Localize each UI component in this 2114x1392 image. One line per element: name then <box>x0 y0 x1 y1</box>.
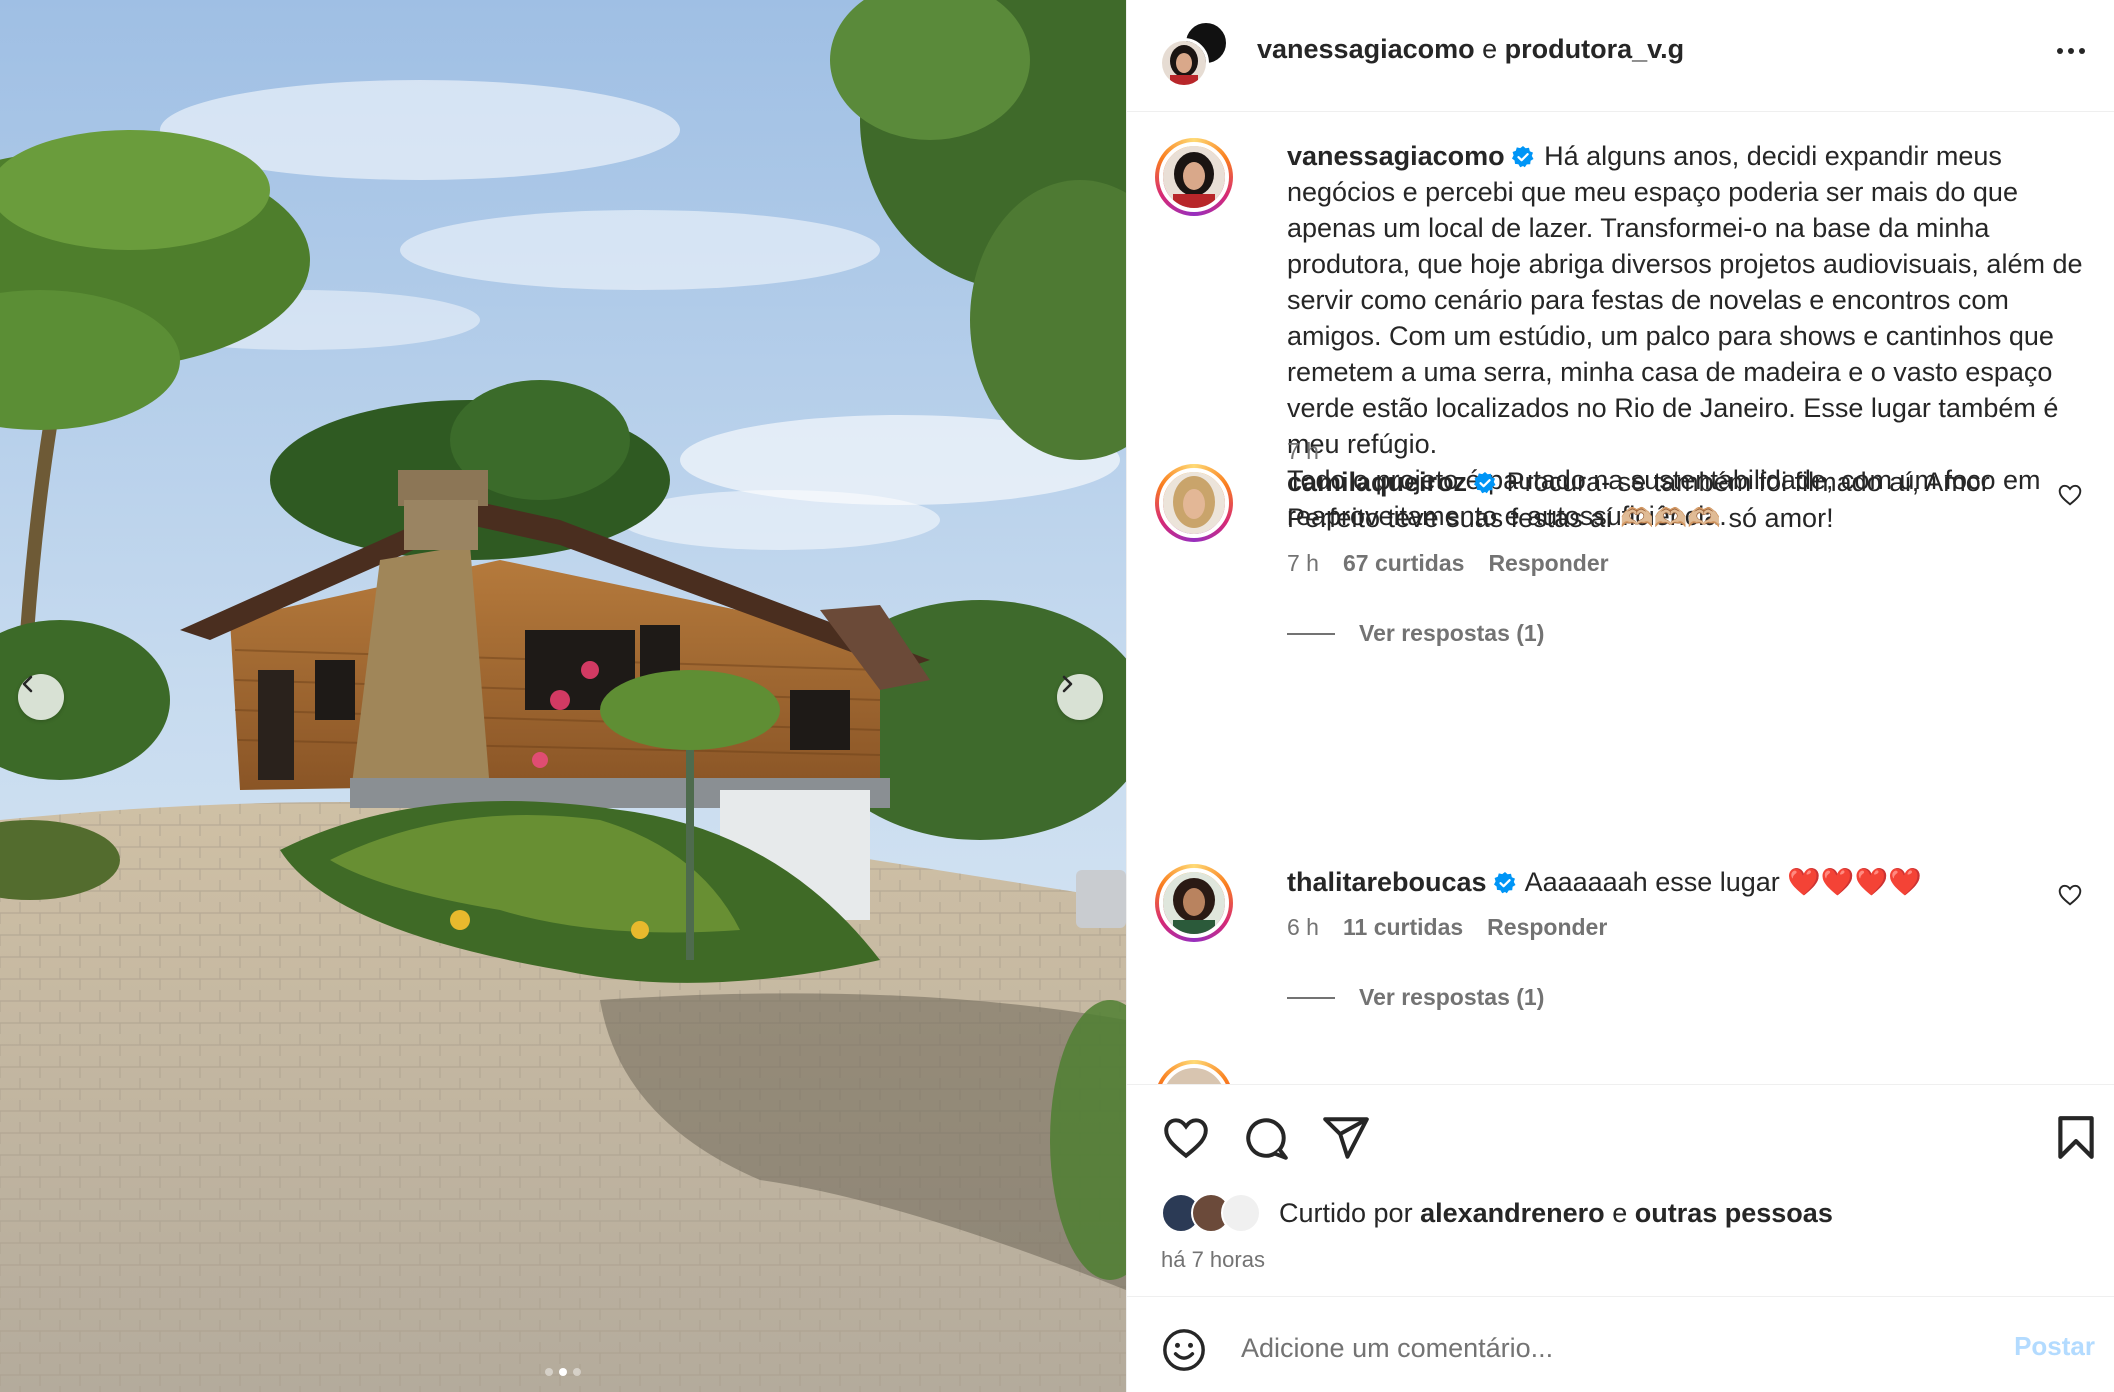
comments-list[interactable]: vanessagiacomo Há alguns anos, decidi ex… <box>1127 112 2114 1084</box>
liked-by-user-link[interactable]: alexandrenero <box>1420 1198 1605 1228</box>
story-ring-avatar[interactable] <box>1155 1060 1233 1084</box>
more-options-button[interactable] <box>2051 38 2091 64</box>
share-send-icon[interactable] <box>1321 1113 1371 1163</box>
comment-input[interactable] <box>1241 1323 1941 1373</box>
comment-username-link[interactable]: thalitareboucas <box>1287 867 1487 897</box>
avatar <box>1221 1193 1261 1233</box>
comment-text: camilaqueiroz Procura- se também foi fil… <box>1287 464 2087 536</box>
comment-text: thalitareboucas Aaaaaaah esse lugar ❤️❤️… <box>1287 864 2087 900</box>
post-comment-button[interactable]: Postar <box>2014 1331 2095 1362</box>
author-username-link[interactable]: vanessagiacomo <box>1257 34 1475 64</box>
caption-time[interactable]: 7 h <box>1287 438 1319 465</box>
next-photo-button[interactable] <box>1057 674 1103 720</box>
comment-time[interactable]: 6 h <box>1287 914 1319 941</box>
post-photo[interactable] <box>0 0 1126 1392</box>
post-header: vanessagiacomo e produtora_v.g <box>1127 0 2114 112</box>
carousel-dot-active <box>559 1368 567 1376</box>
like-heart-icon[interactable] <box>1161 1113 1211 1163</box>
story-ring-avatar[interactable] <box>1155 464 1233 542</box>
verified-badge-icon <box>1493 872 1516 894</box>
comment-meta: 7 h 67 curtidas Responder <box>1287 550 1609 577</box>
post-side-panel: vanessagiacomo e produtora_v.g vanessagi… <box>1126 0 2114 1392</box>
caption-meta: 7 h <box>1287 438 1319 465</box>
like-comment-heart-icon[interactable] <box>2057 882 2083 908</box>
view-replies-label: Ver respostas (1) <box>1359 984 1545 1010</box>
house-photo-image <box>0 0 1126 1392</box>
avatar-image <box>1163 146 1225 208</box>
carousel-indicator <box>0 1368 1126 1376</box>
avatar-image <box>1163 872 1225 934</box>
comment-time[interactable]: 7 h <box>1287 550 1319 577</box>
collab-avatars[interactable] <box>1159 20 1229 88</box>
post-authors: vanessagiacomo e produtora_v.g <box>1257 34 1684 65</box>
liked-by-text: Curtido por alexandrenero e outras pesso… <box>1279 1198 1833 1229</box>
post-actions: Curtido por alexandrenero e outras pesso… <box>1127 1084 2114 1296</box>
more-horizontal-icon <box>2079 48 2085 54</box>
post-time[interactable]: há 7 horas <box>1161 1247 1265 1273</box>
more-horizontal-icon <box>2068 48 2074 54</box>
comment-likes[interactable]: 11 curtidas <box>1343 914 1463 941</box>
verified-badge-icon <box>1474 472 1496 494</box>
avatar-image <box>1163 472 1225 534</box>
liked-by-and: e <box>1612 1197 1628 1228</box>
author-conjunction: e <box>1482 34 1498 64</box>
comment-likes[interactable]: 67 curtidas <box>1343 550 1464 577</box>
more-horizontal-icon <box>2057 48 2063 54</box>
view-replies-button[interactable]: Ver respostas (1) <box>1287 984 1544 1011</box>
replies-divider <box>1287 996 1335 999</box>
comment-meta: 6 h 11 curtidas Responder <box>1287 914 1607 941</box>
chevron-left-icon <box>22 675 33 693</box>
replies-divider <box>1287 632 1335 635</box>
liked-by-prefix: Curtido por <box>1279 1197 1413 1228</box>
caption-username-link[interactable]: vanessagiacomo <box>1287 141 1505 171</box>
add-comment-bar: Postar <box>1127 1296 2114 1392</box>
avatar[interactable] <box>1159 38 1209 88</box>
avatar-image <box>1162 41 1206 85</box>
comment-bubble-icon[interactable] <box>1241 1113 1291 1163</box>
carousel-dot <box>573 1368 581 1376</box>
like-comment-heart-icon[interactable] <box>2057 482 2083 508</box>
caption-body: Há alguns anos, decidi expandir meus neg… <box>1287 141 2083 459</box>
reply-button[interactable]: Responder <box>1487 914 1607 941</box>
view-replies-label: Ver respostas (1) <box>1359 620 1545 646</box>
liked-by-others-link[interactable]: outras pessoas <box>1635 1198 1833 1228</box>
emoji-smiley-icon[interactable] <box>1161 1327 1207 1373</box>
previous-photo-button[interactable] <box>18 674 64 720</box>
save-bookmark-icon[interactable] <box>2051 1113 2101 1163</box>
verified-badge-icon <box>1511 146 1534 168</box>
comment-username-link[interactable]: camilaqueiroz <box>1287 467 1467 497</box>
carousel-dot <box>545 1368 553 1376</box>
comment-body: Aaaaaaah esse lugar ❤️❤️❤️❤️ <box>1524 867 1922 897</box>
story-ring-avatar[interactable] <box>1155 138 1233 216</box>
chevron-right-icon <box>1062 675 1073 693</box>
story-ring-avatar[interactable] <box>1155 864 1233 942</box>
reply-button[interactable]: Responder <box>1488 550 1608 577</box>
liker-avatars[interactable] <box>1161 1193 1269 1233</box>
liked-by-summary: Curtido por alexandrenero e outras pesso… <box>1161 1193 1833 1233</box>
view-replies-button[interactable]: Ver respostas (1) <box>1287 620 1544 647</box>
coauthor-username-link[interactable]: produtora_v.g <box>1505 34 1685 64</box>
